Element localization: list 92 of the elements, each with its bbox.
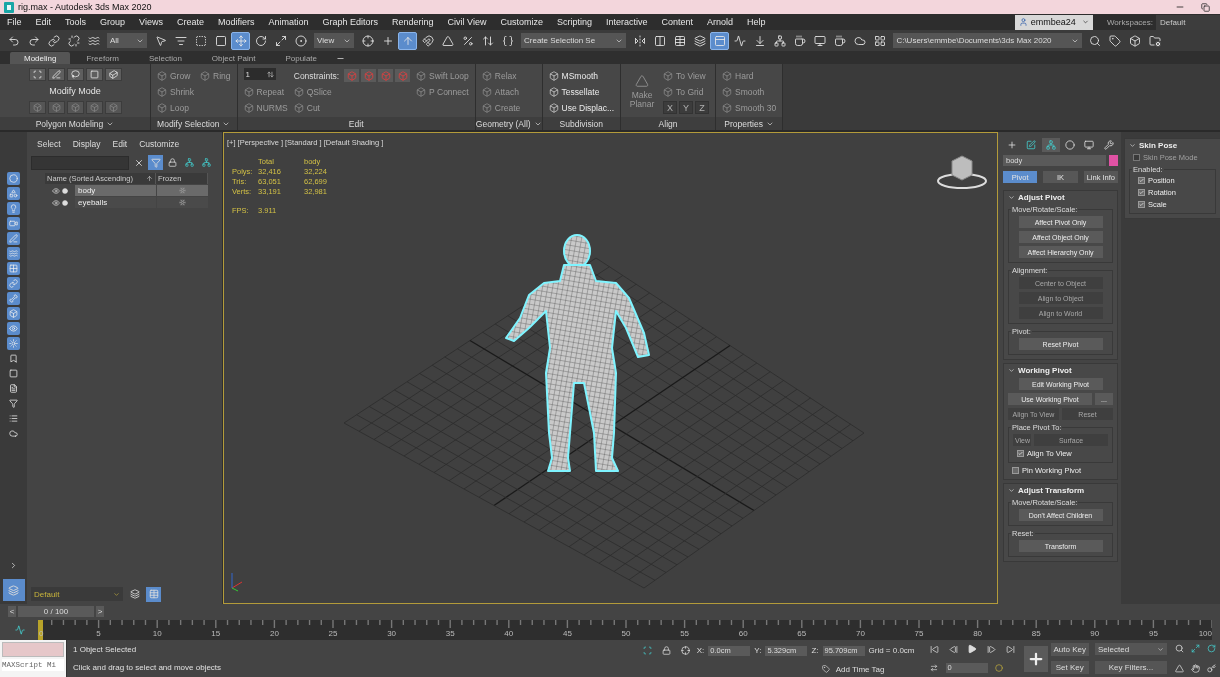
rollout-header[interactable]: Adjust Pivot — [1008, 193, 1113, 202]
frame-number: 50 — [621, 629, 631, 638]
prompt-text: Click and drag to select and move objects — [73, 663, 223, 673]
spinner-field[interactable]: 1 — [243, 68, 276, 80]
explorer-menu-item[interactable]: Edit — [112, 139, 128, 149]
menu-item[interactable]: Views — [132, 17, 170, 27]
frame-number: 90 — [1090, 629, 1100, 638]
menu-item[interactable]: Arnold — [700, 17, 740, 27]
explorer-menu-item[interactable]: Select — [37, 139, 61, 149]
menu-item[interactable]: Content — [654, 17, 700, 27]
explorer-menu-item[interactable]: Customize — [139, 139, 180, 149]
frame-number: 15 — [211, 629, 221, 638]
menu-item[interactable]: Help — [740, 17, 773, 27]
workspaces-label: Workspaces: — [1106, 17, 1153, 27]
selection-status: 1 Object Selected — [73, 644, 138, 654]
ribbon-tab[interactable]: Populate — [271, 52, 331, 64]
set-key-button[interactable]: Set Key — [1050, 661, 1089, 675]
toolbar-dropdown[interactable]: View — [314, 33, 354, 48]
key-set-dropdown[interactable]: Selected — [1095, 643, 1167, 655]
layer-dropdown[interactable]: Default — [31, 587, 123, 601]
menu-item[interactable]: Civil View — [440, 17, 494, 27]
menu-item[interactable]: Modifiers — [210, 17, 262, 27]
frame-number: 65 — [797, 629, 807, 638]
frame-number: 55 — [680, 629, 690, 638]
frame-number: 95 — [1148, 629, 1158, 638]
frame-number: 20 — [269, 629, 279, 638]
rollout-header[interactable]: Adjust Transform — [1008, 486, 1113, 495]
rollout-header[interactable]: Working Pivot — [1008, 366, 1113, 375]
panel-title[interactable]: Polygon Modeling — [0, 117, 150, 130]
add-time-tag-button[interactable]: Add Time Tag — [821, 664, 885, 674]
menu-item[interactable]: Rendering — [385, 17, 441, 27]
key-filters-button[interactable]: Key Filters... — [1095, 661, 1167, 674]
window-title: rig.max - Autodesk 3ds Max 2020 — [18, 2, 153, 12]
panel-title[interactable]: Align — [621, 117, 716, 130]
axis-label: X: — [696, 646, 705, 656]
ribbon-tab[interactable]: Object Paint — [197, 52, 270, 64]
frame-number: 40 — [504, 629, 514, 638]
grid-size-text: Grid = 0.0cm — [868, 646, 915, 656]
panel-title[interactable]: Modify Selection — [151, 117, 237, 130]
explorer-menu-item[interactable]: Display — [72, 139, 101, 149]
ribbon-tab[interactable]: Modeling — [10, 52, 71, 64]
frame-number: 25 — [328, 629, 338, 638]
menu-item[interactable]: Graph Editors — [315, 17, 385, 27]
menu-item[interactable]: Scripting — [549, 17, 599, 27]
frame-number: 75 — [914, 629, 924, 638]
menu-item[interactable]: Group — [93, 17, 133, 27]
frame-number: 80 — [973, 629, 983, 638]
toolbar-dropdown[interactable]: C:\Users\emmbe\Documents\3ds Max 2020 — [893, 33, 1082, 48]
constraints-label: Constraints: — [293, 70, 340, 81]
auto-key-button[interactable]: Auto Key — [1050, 642, 1089, 656]
frame-number: 35 — [445, 629, 455, 638]
toolbar-dropdown[interactable]: All — [107, 33, 147, 48]
menu-item[interactable]: Animation — [261, 17, 316, 27]
rollout-header[interactable]: Skin Pose — [1129, 141, 1216, 150]
panel-title[interactable]: Subdivision — [542, 117, 621, 130]
next-frame-button[interactable]: > — [96, 606, 104, 617]
ribbon-tool-button[interactable]: Use Displac... — [548, 100, 615, 115]
menu-item[interactable]: Tools — [58, 17, 94, 27]
frame-number: 10 — [152, 629, 162, 638]
frame-number: 5 — [96, 629, 101, 638]
track-bar[interactable]: 0 5 10 15 20 25 30 35 40 45 50 55 60 65 70 75 80 85 90 95 100 — [40, 620, 1212, 640]
account-dropdown[interactable]: emmbea24 — [1014, 14, 1093, 30]
scene-row[interactable]: eyeballs — [45, 197, 208, 208]
frame-number: 85 — [1031, 629, 1041, 638]
axis-label: Y: — [754, 646, 762, 656]
ribbon-tool-button[interactable]: Tessellate — [548, 84, 615, 99]
previous-frame-button[interactable]: < — [8, 606, 16, 617]
mode-label: Modify Mode — [49, 86, 101, 96]
toolbar-dropdown[interactable]: Create Selection Se — [521, 33, 627, 48]
frame-number: 60 — [738, 629, 748, 638]
menu-item[interactable]: Create — [169, 17, 211, 27]
menu-item[interactable]: Interactive — [598, 17, 655, 27]
scene-row[interactable]: body — [45, 185, 208, 196]
axis-label: Z: — [811, 646, 819, 656]
frame-number: 100 — [1198, 629, 1212, 638]
ribbon-tab[interactable]: Freeform — [72, 52, 133, 64]
panel-title[interactable]: Edit — [237, 117, 475, 130]
ribbon-tab[interactable]: Selection — [134, 52, 196, 64]
frame-number: 0 — [39, 629, 44, 638]
ribbon-tool-button[interactable]: MSmooth — [548, 68, 615, 83]
time-slider-thumb[interactable]: 0 / 100 — [18, 606, 94, 617]
panel-title[interactable]: Properties — [716, 117, 783, 130]
frame-number: 45 — [562, 629, 572, 638]
menu-item[interactable]: Edit — [28, 17, 59, 27]
frame-number: 70 — [855, 629, 865, 638]
workspace-dropdown[interactable]: Default — [1156, 14, 1220, 30]
object-name: body — [77, 185, 97, 196]
menu-item[interactable]: Customize — [493, 17, 550, 27]
frame-number: 30 — [387, 629, 397, 638]
object-name: eyeballs — [77, 197, 109, 208]
menu-item[interactable]: File — [0, 17, 29, 27]
panel-title[interactable]: Geometry (All) — [475, 117, 542, 130]
